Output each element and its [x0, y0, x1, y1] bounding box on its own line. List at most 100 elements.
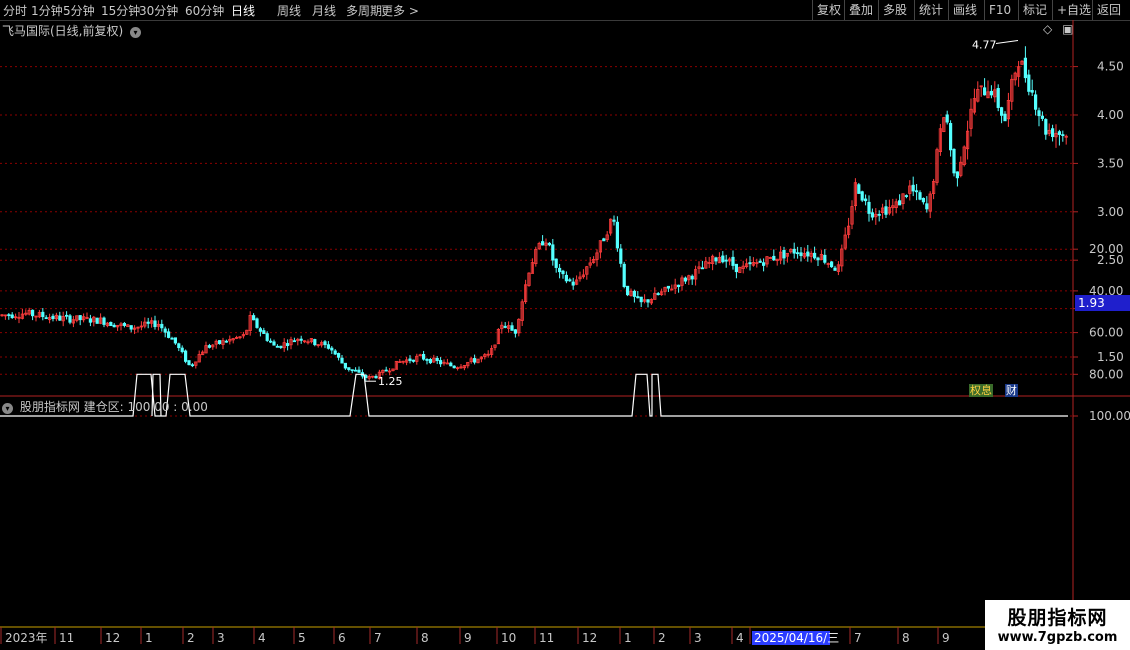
candle-body: [251, 315, 256, 321]
candle-body: [690, 275, 694, 280]
candle-body: [700, 267, 705, 270]
candle-body: [323, 341, 327, 346]
tool-btn-2[interactable]: 多股: [878, 0, 911, 20]
candle-body: [299, 338, 303, 341]
candle-body: [1034, 94, 1038, 110]
price-tick-label: 4.50: [1097, 60, 1124, 74]
tool-btn-5[interactable]: F10: [984, 0, 1015, 20]
candle-body: [619, 248, 623, 264]
period-btn-5[interactable]: 60分钟: [185, 2, 224, 19]
candle-body: [435, 358, 439, 362]
candle-body: [333, 350, 337, 355]
candle-body: [816, 257, 820, 261]
tool-btn-3[interactable]: 统计: [914, 0, 947, 20]
candle-body: [860, 191, 864, 201]
candle-body: [41, 311, 45, 318]
x-axis-label: 4: [736, 631, 744, 645]
tool-btn-8[interactable]: 返回: [1092, 0, 1125, 20]
candle-body: [568, 279, 572, 282]
period-btn-10[interactable]: 更多 >: [381, 2, 419, 19]
candle-body: [666, 285, 671, 289]
candle-body: [996, 88, 1000, 108]
candle-body: [864, 198, 868, 202]
candle-body: [833, 267, 837, 271]
x-axis-label: 2025/04/16/三: [754, 631, 839, 645]
candle-body: [275, 345, 280, 348]
period-toolbar: 分时 1分钟 5分钟 15分钟 30分钟 60分钟 日线 周线 月线 多周期 更多 > 复权 叠加 多股统…: [0, 0, 1130, 21]
price-tick-label: 3.00: [1097, 205, 1124, 219]
x-axis-label: 12: [105, 631, 120, 645]
candle-body: [911, 184, 915, 192]
candle-body: [428, 359, 433, 364]
candle-body: [677, 284, 681, 288]
candle-body: [558, 267, 562, 273]
candle-body: [721, 255, 725, 263]
indicator-title[interactable]: ▾ 股朋指标网 建仓区: 100.00 : 0.00: [2, 398, 208, 415]
candle-body: [612, 219, 616, 222]
candle-body: [877, 213, 881, 216]
candle-body: [955, 171, 960, 179]
stock-title[interactable]: 飞马国际(日线,前复权) ▾: [2, 22, 142, 39]
indicator-tick-label: 20.00: [1089, 242, 1123, 256]
panel-tools[interactable]: ◇ ▣: [1043, 22, 1073, 36]
x-axis-label: 2: [658, 631, 666, 645]
tool-btn-1[interactable]: 叠加: [844, 0, 877, 20]
period-btn-2[interactable]: 5分钟: [63, 2, 95, 19]
candle-body: [772, 255, 776, 261]
x-axis-label: 11: [539, 631, 554, 645]
candle-body: [915, 190, 919, 193]
finance-badge[interactable]: 财: [1004, 384, 1018, 397]
candle-body: [95, 317, 99, 324]
period-btn-0[interactable]: 分时: [3, 2, 27, 19]
tool-btn-0[interactable]: 复权: [812, 0, 845, 20]
candle-body: [554, 258, 558, 268]
candle-body: [714, 257, 718, 262]
candle-body: [183, 350, 188, 362]
candle-body: [88, 318, 92, 323]
x-axis-label: 3: [217, 631, 225, 645]
x-axis-label: 4: [258, 631, 266, 645]
window-icon[interactable]: ▣: [1062, 22, 1073, 36]
candle-body: [1040, 115, 1044, 119]
period-btn-7[interactable]: 周线: [277, 2, 301, 19]
period-btn-9[interactable]: 多周期: [346, 2, 382, 19]
candle-body: [357, 369, 361, 373]
candle-body: [796, 252, 800, 255]
candle-body: [347, 367, 351, 370]
period-btn-8[interactable]: 月线: [312, 2, 336, 19]
event-badges[interactable]: 权息 财: [969, 382, 1018, 398]
candle-body: [7, 314, 11, 317]
tool-btn-7[interactable]: +自选: [1052, 0, 1095, 20]
candle-body: [187, 360, 191, 366]
candle-body: [1023, 57, 1027, 79]
chevron-down-icon[interactable]: ▾: [130, 27, 142, 38]
rights-badge[interactable]: 权息: [969, 384, 993, 397]
indicator-title-text: 股朋指标网 建仓区: 100.00 : 0.00: [19, 400, 208, 414]
period-btn-6[interactable]: 日线: [231, 2, 255, 19]
candle-body: [438, 360, 443, 365]
x-axis-label: 5: [298, 631, 306, 645]
candle-body: [806, 251, 810, 257]
x-axis-label: 7: [854, 631, 862, 645]
candle-body: [30, 309, 35, 317]
candle-body: [374, 375, 378, 379]
period-btn-1[interactable]: 1分钟: [31, 2, 63, 19]
candle-body: [1061, 134, 1065, 137]
chevron-down-icon[interactable]: ▾: [2, 403, 13, 414]
candle-body: [44, 317, 48, 320]
period-btn-4[interactable]: 30分钟: [139, 2, 178, 19]
candle-body: [758, 260, 762, 263]
tool-btn-6[interactable]: 标记: [1018, 0, 1051, 20]
indicator-tick-label: 100.00: [1089, 409, 1130, 423]
candle-body: [109, 321, 113, 327]
candle-body: [268, 340, 273, 343]
candle-body: [857, 184, 861, 194]
diamond-icon[interactable]: ◇: [1043, 22, 1052, 36]
x-axis-label: 1: [624, 631, 632, 645]
candle-body: [564, 274, 569, 282]
watermark-url: www.7gpzb.com: [997, 630, 1118, 645]
tool-btn-4[interactable]: 画线: [948, 0, 981, 20]
candle-body: [78, 315, 82, 321]
period-btn-3[interactable]: 15分钟: [101, 2, 140, 19]
candle-body: [180, 347, 184, 353]
